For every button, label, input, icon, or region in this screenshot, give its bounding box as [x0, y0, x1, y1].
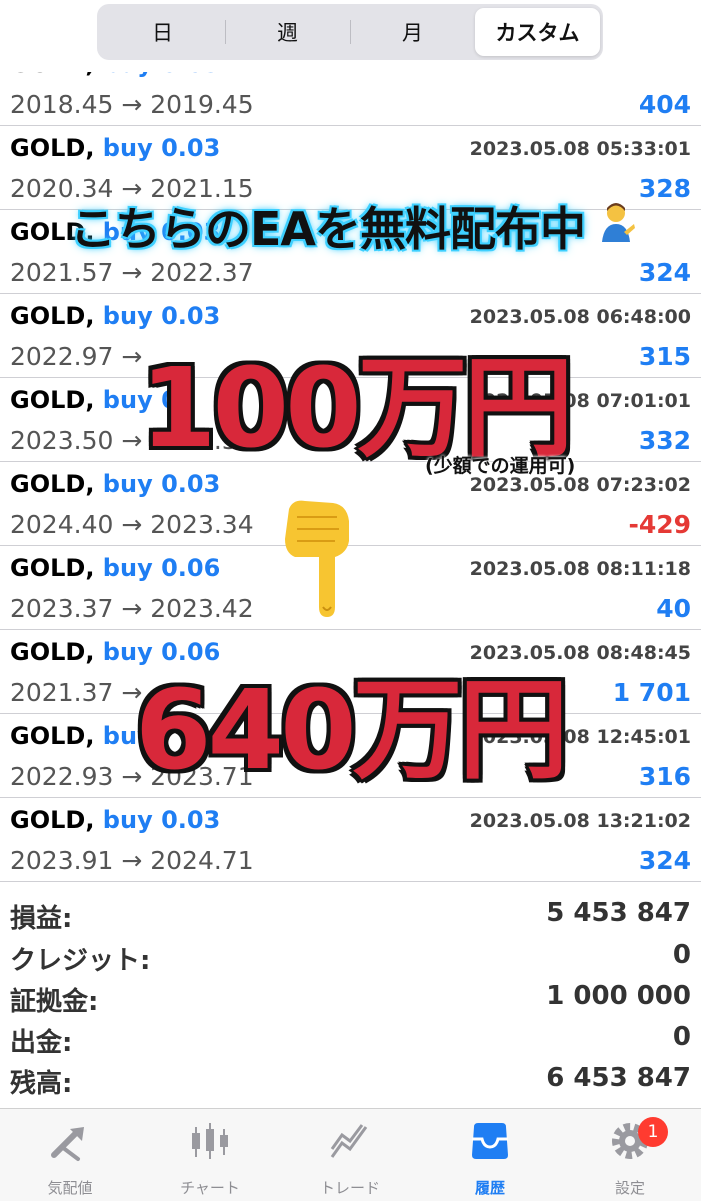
pointing-down-hand-icon: [275, 495, 365, 624]
person-tipping-hand-icon: [600, 202, 636, 246]
deal-prices: 2018.45 → 2019.45: [10, 90, 254, 119]
deal-row[interactable]: GOLD, buy 0.03 2023.05.08 13:21:02 2023.…: [0, 798, 701, 882]
deal-type: buy 0.03: [102, 134, 221, 162]
history-icon: [472, 1123, 508, 1159]
deal-prices: 2021.57 → 2022.37: [10, 258, 254, 287]
period-bar: 日 週 月 カスタム: [0, 0, 701, 72]
quotes-icon: [51, 1127, 84, 1161]
summary-row-balance: 残高: 6 453 847: [0, 1063, 701, 1103]
summary-label: 損益:: [10, 904, 73, 934]
deal-profit: 316: [638, 762, 691, 791]
deal-type: buy 0.03: [102, 806, 221, 834]
summary-value: 0: [672, 940, 691, 970]
deal-profit: 315: [638, 342, 691, 371]
summary-row-credit: クレジット: 0: [0, 940, 701, 980]
notification-badge: 1: [638, 1117, 668, 1147]
tab-settings[interactable]: 1 設定: [560, 1109, 700, 1201]
summary-row-withdrawal: 出金: 0: [0, 1022, 701, 1062]
deal-time: 2023.05.08 13:21:02: [469, 810, 691, 832]
tab-label: 気配値: [47, 1179, 93, 1197]
summary-label: 出金:: [10, 1028, 73, 1058]
tab-label: トレード: [319, 1179, 380, 1197]
chart-icon: [192, 1123, 228, 1159]
deal-prices: 2022.97 →: [10, 342, 143, 371]
deal-symbol: GOLD, buy: [10, 722, 153, 750]
deal-profit: 404: [638, 90, 691, 119]
summary-row-deposit: 証拠金: 1 000 000: [0, 981, 701, 1021]
bottom-tab-bar: 気配値 チャート トレード 履歴 1 設定: [0, 1108, 701, 1201]
summary-row-profit: 損益: 5 453 847: [0, 898, 701, 938]
period-custom-tab[interactable]: カスタム: [475, 8, 600, 56]
tab-history[interactable]: 履歴: [420, 1109, 560, 1201]
deal-type: buy 0.06: [102, 554, 221, 582]
deal-profit: 40: [656, 594, 691, 623]
period-month-tab[interactable]: 月: [350, 8, 475, 56]
trade-icon: [330, 1124, 368, 1158]
tab-label: 履歴: [474, 1179, 505, 1197]
period-day-tab[interactable]: 日: [100, 8, 225, 56]
tab-chart[interactable]: チャート: [140, 1109, 280, 1201]
summary-label: 証拠金:: [10, 987, 99, 1017]
summary-value: 5 453 847: [546, 898, 691, 928]
deal-prices: 2023.91 → 2024.71: [10, 846, 254, 875]
deal-symbol: GOLD, buy 0.03: [10, 134, 221, 162]
deal-profit: -429: [628, 510, 691, 539]
deal-profit: 324: [638, 846, 691, 875]
tab-label: 設定: [614, 1179, 645, 1197]
deal-profit: 324: [638, 258, 691, 287]
deal-profit: 1 701: [612, 678, 691, 707]
summary-value: 0: [672, 1022, 691, 1052]
period-segmented-control: 日 週 月 カスタム: [97, 4, 603, 60]
promo-headline: こちらのEAを無料配布中: [70, 202, 586, 256]
deal-symbol: GOLD, buy 0.03: [10, 806, 221, 834]
deal-prices: 2021.37 →: [10, 678, 143, 707]
deal-prices: 2023.37 → 2023.42: [10, 594, 254, 623]
summary-label: 残高:: [10, 1069, 73, 1099]
deal-symbol: GOLD, buy 0.06: [10, 554, 221, 582]
summary-value: 1 000 000: [546, 981, 691, 1011]
tab-quotes[interactable]: 気配値: [0, 1109, 140, 1201]
deal-time: 2023.05.08 05:33:01: [469, 138, 691, 160]
deal-profit: 328: [638, 174, 691, 203]
deal-prices: 2024.40 → 2023.34: [10, 510, 254, 539]
deal-profit: 332: [638, 426, 691, 455]
summary-value: 6 453 847: [546, 1063, 691, 1093]
promo-amount-after: 640万円: [133, 664, 572, 797]
tab-label: チャート: [180, 1179, 240, 1197]
promo-note: (少額での運用可): [425, 455, 576, 477]
summary-label: クレジット:: [10, 946, 151, 976]
deal-time: 2023.05.08 08:11:18: [469, 558, 691, 580]
tab-trade[interactable]: トレード: [280, 1109, 420, 1201]
period-week-tab[interactable]: 週: [225, 8, 350, 56]
